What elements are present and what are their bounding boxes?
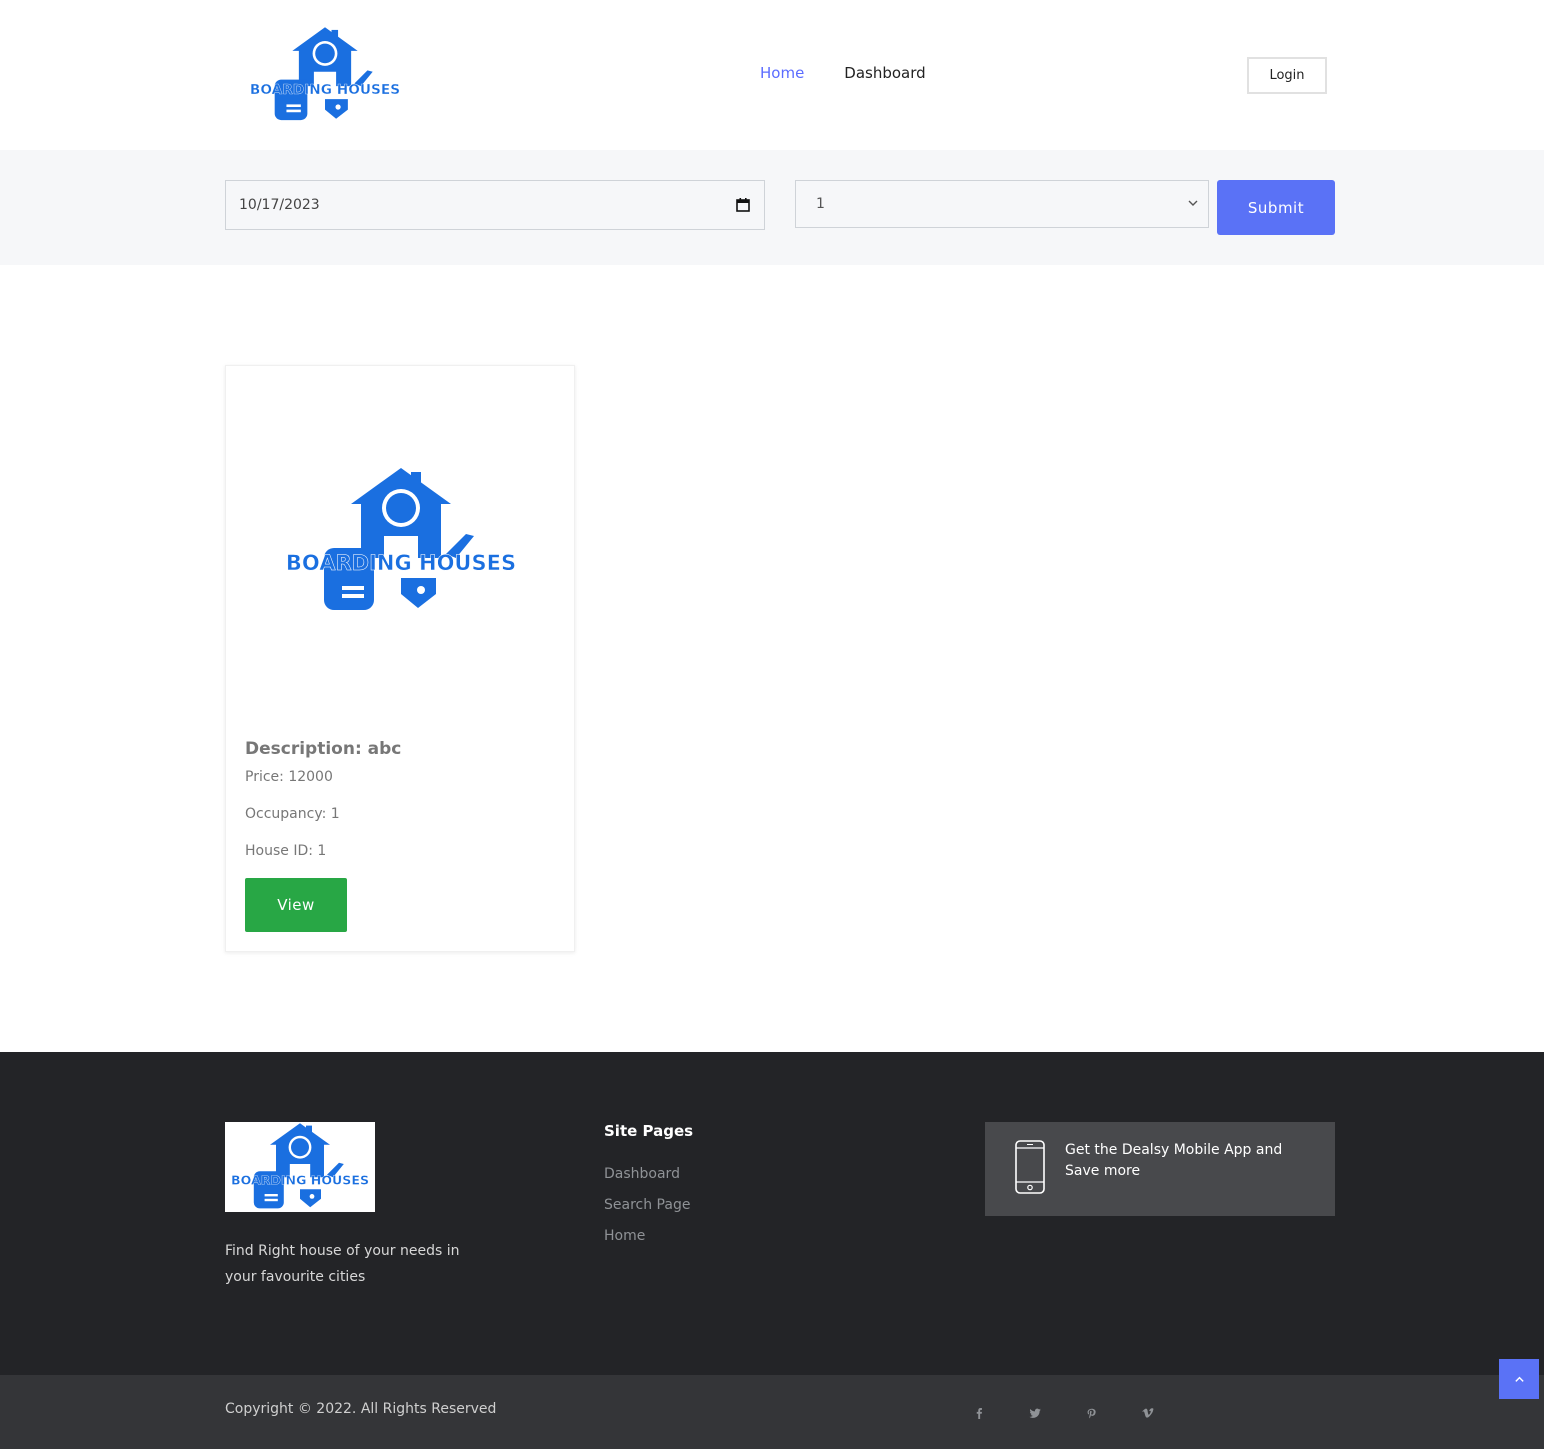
house-id: House ID: 1: [245, 843, 327, 859]
app-promo-text: Get the Dealsy Mobile App and Save more: [1065, 1142, 1283, 1179]
occupancy-select-value: 1: [816, 196, 825, 212]
copyright-text: Copyright © 2022. All Rights Reserved: [225, 1401, 497, 1417]
footer-tagline: Find Right house of your needs in your f…: [225, 1243, 460, 1285]
chevron-up-icon: [1514, 1376, 1524, 1382]
submit-button[interactable]: Submit: [1217, 180, 1335, 235]
nav-dashboard-link[interactable]: Dashboard: [844, 64, 925, 82]
logo-text: BOARDING HOUSES: [250, 82, 400, 98]
house-card: BOARDING HOUSES Description: abc Price: …: [225, 365, 575, 952]
search-bar: 10/17/2023 1 Submit: [0, 150, 1544, 265]
house-description: Description: abc: [245, 739, 402, 759]
chevron-down-icon: [1188, 200, 1198, 206]
nav-home-link[interactable]: Home: [760, 64, 804, 82]
view-button[interactable]: View: [245, 878, 347, 932]
date-input[interactable]: 10/17/2023: [225, 180, 765, 230]
site-pages-list: Dashboard Search Page Home: [604, 1166, 690, 1259]
back-to-top-button[interactable]: [1499, 1359, 1539, 1399]
date-value: 10/17/2023: [239, 197, 320, 213]
boarding-houses-logo-icon: BOARDING HOUSES: [250, 26, 400, 124]
house-image-logo-text: BOARDING HOUSES: [286, 551, 516, 575]
footer-logo-icon: BOARDING HOUSES: [231, 1122, 369, 1212]
main-nav: Home Dashboard: [760, 64, 926, 82]
facebook-icon[interactable]: [970, 1405, 988, 1421]
house-occupancy: Occupancy: 1: [245, 806, 340, 822]
footer-logo[interactable]: BOARDING HOUSES: [225, 1122, 375, 1212]
site-pages-heading: Site Pages: [604, 1122, 694, 1140]
footer-bottom-bar: Copyright © 2022. All Rights Reserved: [0, 1375, 1544, 1449]
app-promo[interactable]: Get the Dealsy Mobile App and Save more: [985, 1122, 1335, 1216]
house-image: BOARDING HOUSES: [286, 466, 516, 616]
footer-link-search-page[interactable]: Search Page: [604, 1197, 690, 1228]
site-logo[interactable]: BOARDING HOUSES: [236, 26, 414, 124]
site-footer: BOARDING HOUSES Find Right house of your…: [0, 1052, 1544, 1375]
footer-link-dashboard[interactable]: Dashboard: [604, 1166, 690, 1197]
site-header: BOARDING HOUSES Home Dashboard Login: [0, 0, 1544, 150]
twitter-icon[interactable]: [1026, 1405, 1044, 1421]
mobile-phone-icon: [1015, 1140, 1045, 1194]
vimeo-icon[interactable]: [1138, 1405, 1156, 1421]
house-price: Price: 12000: [245, 769, 333, 785]
footer-link-home[interactable]: Home: [604, 1228, 690, 1259]
pinterest-icon[interactable]: [1082, 1405, 1100, 1421]
social-links: [970, 1405, 1156, 1421]
footer-logo-text: BOARDING HOUSES: [231, 1172, 369, 1187]
calendar-icon[interactable]: [736, 198, 750, 212]
login-button[interactable]: Login: [1247, 57, 1327, 94]
occupancy-select[interactable]: 1: [795, 180, 1209, 228]
